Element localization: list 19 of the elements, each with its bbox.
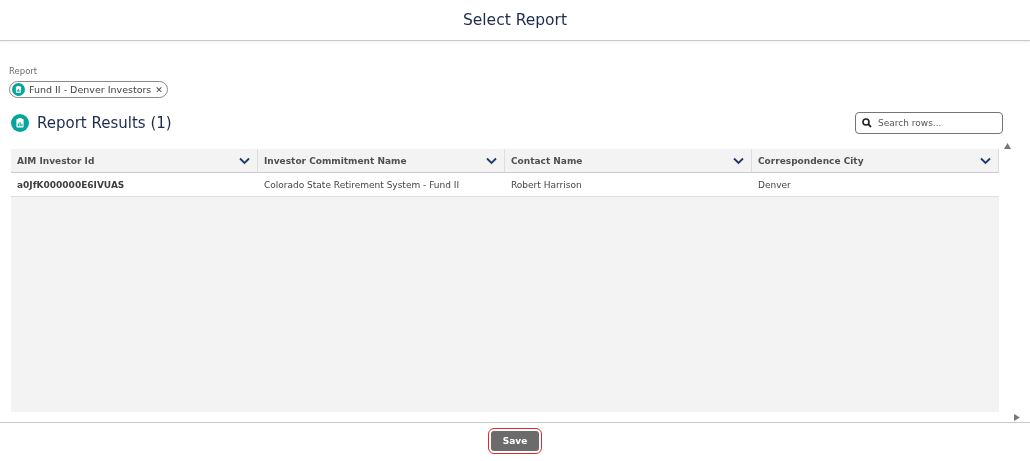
chevron-down-icon[interactable] — [486, 156, 497, 165]
chevron-down-icon[interactable] — [239, 156, 250, 165]
table-cell-text: Robert Harrison — [510, 178, 583, 192]
field-label: Report — [9, 66, 39, 76]
table-cell-text: a0JfK000000E6IVUAS — [16, 178, 126, 192]
chevron-down-icon[interactable] — [980, 156, 991, 165]
search-field[interactable]: Search rows... — [855, 111, 1003, 134]
scroll-right-icon[interactable] — [1014, 414, 1020, 421]
search-icon — [862, 117, 872, 128]
dialog-title: Select Report — [462, 11, 568, 29]
report-icon — [12, 83, 25, 96]
table-cell-text: Colorado State Retirement System - Fund II — [263, 178, 461, 192]
scroll-up-icon[interactable] — [1004, 143, 1011, 149]
table-cell-text: Denver — [757, 178, 792, 192]
chevron-down-icon[interactable] — [733, 156, 744, 165]
results-title: Report Results (1) — [37, 113, 172, 132]
remove-icon[interactable]: ✕ — [155, 84, 163, 95]
report-icon — [11, 113, 29, 132]
save-button[interactable]: Save — [490, 431, 540, 451]
